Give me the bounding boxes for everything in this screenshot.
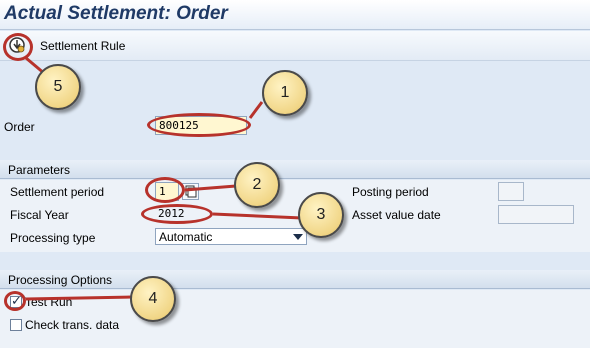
callout-4: 4 xyxy=(130,276,176,322)
callout-connector-lines xyxy=(25,56,303,301)
callout-1: 1 xyxy=(262,70,308,116)
callout-3: 3 xyxy=(298,192,344,238)
callout-2: 2 xyxy=(234,162,280,208)
callout-5: 5 xyxy=(35,64,81,110)
